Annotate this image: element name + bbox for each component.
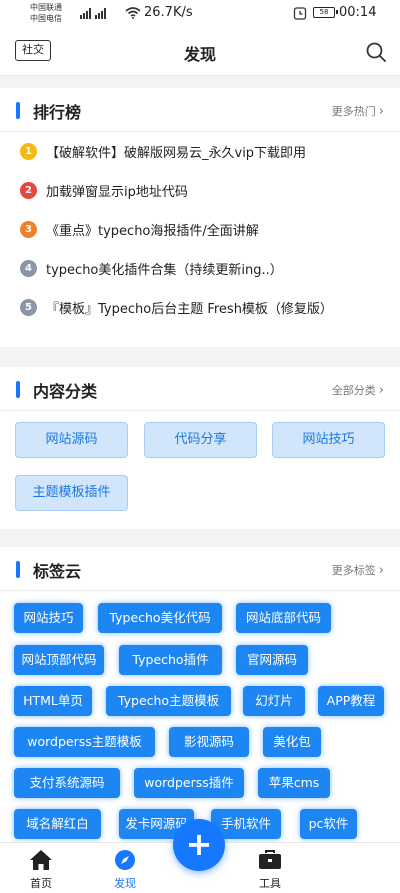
battery-icon: 58 xyxy=(313,7,338,18)
tag-chip[interactable]: Typecho主题模板 xyxy=(106,686,231,716)
more-tags-label: 更多标签 xyxy=(331,564,376,577)
category-button[interactable]: 网站源码 xyxy=(15,422,128,458)
chevron-right-icon: › xyxy=(378,104,384,119)
ranking-item[interactable]: 4 typecho美化插件合集（持续更新ing..） xyxy=(0,249,400,288)
net-speed: 26.7K/s xyxy=(144,5,193,20)
nav-home[interactable]: 首页 xyxy=(11,843,71,893)
page-title: 发现 xyxy=(183,45,216,64)
ranking-item-title: typecho美化插件合集（持续更新ing..） xyxy=(46,263,283,278)
tag-chip[interactable]: 支付系统源码 xyxy=(14,768,120,798)
more-hot-label: 更多热门 xyxy=(331,105,376,118)
category-button[interactable]: 代码分享 xyxy=(144,422,257,458)
ranking-item[interactable]: 1 【破解软件】破解版网易云_永久vip下载即用 xyxy=(0,132,400,171)
nav-home-label: 首页 xyxy=(30,877,52,890)
ranking-item-title: 『模板』Typecho后台主题 Fresh模板（修复版） xyxy=(46,302,333,317)
all-categories-label: 全部分类 xyxy=(331,384,376,397)
tag-chip[interactable]: 网站技巧 xyxy=(14,603,83,633)
nav-tools-label: 工具 xyxy=(259,877,281,890)
category-header: 内容分类 全部分类 › xyxy=(0,367,400,411)
carrier-labels: 中国联通 中国电信 xyxy=(30,2,62,24)
section-accent-bar xyxy=(16,102,20,119)
tag-chip[interactable]: APP教程 xyxy=(318,686,384,716)
more-hot-link[interactable]: 更多热门 › xyxy=(332,103,384,119)
tag-chip[interactable]: 幻灯片 xyxy=(243,686,305,716)
all-categories-link[interactable]: 全部分类 › xyxy=(332,382,384,398)
status-bar: 中国联通 中国电信 26.7K/s 58 00:14 xyxy=(0,0,400,30)
rank-number-badge: 2 xyxy=(20,182,37,199)
tag-section: 标签云 更多标签 › 网站技巧 Typecho美化代码 网站底部代码 网站顶部代码 Typ… xyxy=(0,547,400,842)
chevron-right-icon: › xyxy=(378,563,384,578)
ranking-header: 排行榜 更多热门 › xyxy=(0,88,400,132)
nav-discover[interactable]: 发现 xyxy=(95,843,155,893)
tag-chip[interactable]: 网站底部代码 xyxy=(236,603,331,633)
plus-icon: + xyxy=(185,825,213,863)
carrier-1: 中国联通 xyxy=(30,3,62,12)
ranking-title: 排行榜 xyxy=(33,103,82,122)
tag-chip[interactable]: pc软件 xyxy=(300,809,357,839)
chevron-right-icon: › xyxy=(378,383,384,398)
rank-number-badge: 4 xyxy=(20,260,37,277)
tag-chip[interactable]: 影视源码 xyxy=(169,727,249,757)
ranking-item-title: 《重点》typecho海报插件/全面讲解 xyxy=(46,224,259,239)
tag-chip[interactable]: Typecho插件 xyxy=(119,645,222,675)
nav-tools[interactable]: 工具 xyxy=(240,843,300,893)
ranking-item[interactable]: 2 加载弹窗显示ip地址代码 xyxy=(0,171,400,210)
signal-icon xyxy=(80,8,106,19)
tag-chip[interactable]: 美化包 xyxy=(263,727,321,757)
ranking-item-title: 【破解软件】破解版网易云_永久vip下载即用 xyxy=(46,146,307,161)
tag-chip[interactable]: 域名解红白 xyxy=(14,809,101,839)
nav-discover-label: 发现 xyxy=(114,877,136,890)
tag-chip[interactable]: 苹果cms xyxy=(258,768,330,798)
category-title: 内容分类 xyxy=(33,382,98,401)
section-accent-bar xyxy=(16,381,20,398)
rank-number-badge: 1 xyxy=(20,143,37,160)
more-tags-link[interactable]: 更多标签 › xyxy=(332,562,384,578)
battery-level: 58 xyxy=(319,8,329,16)
ranking-list: 1 【破解软件】破解版网易云_永久vip下载即用 2 加载弹窗显示ip地址代码 3 《重点… xyxy=(0,132,400,327)
category-button[interactable]: 主题模板插件 xyxy=(15,475,128,511)
tag-header: 标签云 更多标签 › xyxy=(0,547,400,591)
tag-chip[interactable]: wordperss主题模板 xyxy=(14,727,155,757)
home-icon xyxy=(30,850,52,870)
ranking-section: 排行榜 更多热门 › 1 【破解软件】破解版网易云_永久vip下载即用 2 加载弹窗显示… xyxy=(0,88,400,347)
wifi-icon xyxy=(125,7,141,19)
tag-chip[interactable]: 官网源码 xyxy=(236,645,308,675)
tag-chip[interactable]: HTML单页 xyxy=(14,686,92,716)
ranking-item[interactable]: 3 《重点》typecho海报插件/全面讲解 xyxy=(0,210,400,249)
alarm-icon xyxy=(293,7,307,20)
rank-number-badge: 5 xyxy=(20,299,37,316)
ranking-item-title: 加载弹窗显示ip地址代码 xyxy=(46,185,188,200)
ranking-item[interactable]: 5 『模板』Typecho后台主题 Fresh模板（修复版） xyxy=(0,288,400,327)
toolbox-icon xyxy=(259,850,281,869)
clock: 00:14 xyxy=(339,5,377,20)
section-accent-bar xyxy=(16,561,20,578)
category-button[interactable]: 网站技巧 xyxy=(272,422,385,458)
tag-chip[interactable]: Typecho美化代码 xyxy=(98,603,222,633)
compass-icon xyxy=(115,850,135,870)
carrier-2: 中国电信 xyxy=(30,14,62,23)
category-section: 内容分类 全部分类 › 网站源码 代码分享 网站技巧主题模板插件 xyxy=(0,367,400,529)
search-icon[interactable] xyxy=(365,41,387,63)
tag-chip[interactable]: wordperss插件 xyxy=(134,768,244,798)
app-header: 社交 发现 xyxy=(0,30,400,76)
tag-chip[interactable]: 网站顶部代码 xyxy=(14,645,104,675)
rank-number-badge: 3 xyxy=(20,221,37,238)
add-button[interactable]: + xyxy=(173,819,225,871)
tag-title: 标签云 xyxy=(33,562,82,581)
